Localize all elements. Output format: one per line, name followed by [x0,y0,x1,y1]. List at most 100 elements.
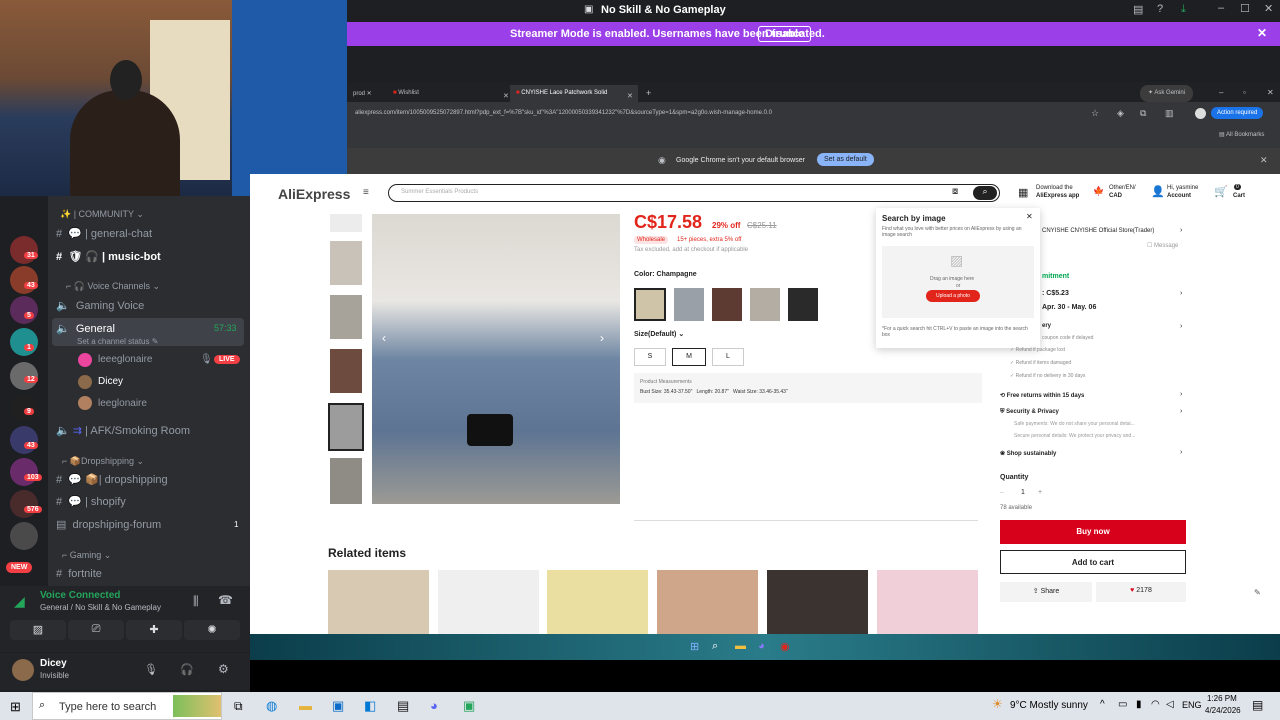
file-explorer-icon[interactable]: ▬ [299,698,312,713]
search-box[interactable]: Summer Essentials Products ⧇ ⌕ [388,184,1000,202]
extension-icon[interactable]: ◈ [1117,108,1124,119]
prev-image-icon[interactable]: ‹ [382,331,386,345]
account-link[interactable]: Account [1167,193,1191,199]
color-swatch-selected[interactable] [634,288,666,321]
microphone-icon[interactable]: 🎙 [144,663,158,676]
new-tab-icon[interactable]: + [640,83,657,100]
store-name[interactable]: CNYISHE CNYISHE Official Store(Trader) [1042,228,1154,234]
task-view-icon[interactable]: ⧉ [234,699,243,714]
all-bookmarks[interactable]: ▤ All Bookmarks [1219,131,1264,138]
server-icon[interactable] [10,458,38,486]
shop-sustainably[interactable]: ❀ Shop sustainably [1000,450,1056,457]
menu-icon[interactable]: ≡ [363,187,369,198]
related-item-image[interactable] [547,570,648,634]
next-image-icon[interactable]: › [600,331,604,345]
account-icon[interactable]: 👤 [1151,185,1165,198]
soundboard-button[interactable]: ✺ [184,620,240,640]
message-link[interactable]: ☐ Message [1147,242,1178,249]
server-icon[interactable] [10,236,38,264]
download-app-line1[interactable]: Download the [1036,185,1073,191]
wishlist-button[interactable]: ♥ 2178 [1096,582,1186,602]
chevron-right-icon[interactable]: › [1180,227,1182,234]
server-icon[interactable] [10,522,38,550]
free-returns[interactable]: ⟲ Free returns within 15 days [1000,392,1084,399]
profile-avatar[interactable] [1195,108,1206,119]
voice-afk[interactable]: 🔈 ⇉ | AFK/Smoking Room [56,424,190,437]
chevron-right-icon[interactable]: › [1180,290,1182,297]
close-icon[interactable]: ✕ [1261,83,1280,100]
set-default-button[interactable]: Set as default [817,153,874,166]
thumbnail[interactable] [330,458,362,504]
help-icon[interactable]: ? [1157,3,1163,15]
size-label[interactable]: Size(Default) ⌄ [634,330,684,338]
banner-close-icon[interactable]: ✕ [1257,26,1267,40]
edge-icon[interactable]: ◍ [266,698,277,714]
color-swatch[interactable] [788,288,818,321]
chevron-right-icon[interactable]: › [1180,449,1182,456]
voice-gaming-voice[interactable]: 🔈 Gaming Voice [56,299,144,312]
server-icon[interactable] [10,296,38,324]
taskbar-search-input[interactable]: Type here to search [59,701,156,713]
clock-time[interactable]: 1:26 PM [1207,694,1237,703]
qty-decrement[interactable]: – [1000,489,1004,496]
voice-channel-link[interactable]: General / No Skill & No Gameplay [40,603,161,612]
cart-label[interactable]: Cart [1233,193,1245,199]
store-icon[interactable]: ▣ [332,698,344,714]
thumbnail[interactable] [330,214,362,232]
avatar[interactable] [78,375,92,389]
minimize-icon[interactable]: – [1213,83,1229,100]
outlook-icon[interactable]: ◧ [364,698,376,714]
search-button[interactable]: ⌕ [973,186,997,200]
main-product-image[interactable] [372,214,620,504]
upload-photo-button[interactable]: Upload a photo [926,290,980,302]
quantity-value[interactable]: 1 [1021,489,1025,496]
app-icon[interactable]: ▣ [463,698,475,714]
channel-status[interactable]: Set a channel status ✎ [77,337,158,346]
color-swatch[interactable] [750,288,780,321]
signal-icon[interactable]: ◢ [14,593,25,610]
browser-tab-active[interactable]: ■ CNYISHE Lace Patchwork Solid [510,85,638,102]
related-item-image[interactable] [328,570,429,634]
region-line2[interactable]: CAD [1109,193,1122,199]
aliexpress-logo[interactable]: AliExpress [278,186,350,202]
chevron-right-icon[interactable]: › [1180,391,1182,398]
region-line1[interactable]: Other/EN/ [1109,185,1136,191]
clock-date[interactable]: 4/24/2026 [1205,706,1241,715]
discord-icon[interactable]: ◕ [430,698,438,713]
weather-text[interactable]: 9°C Mostly sunny [1010,700,1088,711]
server-icon[interactable] [10,426,38,454]
voice-user[interactable]: Dicey [98,376,123,387]
related-item-image[interactable] [438,570,539,634]
camera-search-icon[interactable]: ⧇ [952,186,958,197]
color-swatch[interactable] [674,288,704,321]
tray-chevron-icon[interactable]: ^ [1100,699,1105,710]
server-icon[interactable] [10,266,38,294]
taskbar-search[interactable]: ⌕ Type here to search [32,692,222,720]
bookmark-star-icon[interactable]: ☆ [1091,108,1099,119]
voice-general[interactable]: 🔈 General [56,322,115,335]
channel-music-bot[interactable]: # 🛡 🎧 | music-bot [56,250,161,263]
inbox-icon[interactable]: ▤ [1133,3,1143,16]
buy-now-button[interactable]: Buy now [1000,520,1186,544]
terminal-icon[interactable]: ▤ [397,698,409,714]
feedback-icon[interactable]: ✎ [1254,588,1261,597]
infobar-close-icon[interactable]: ✕ [1260,155,1268,166]
maximize-icon[interactable]: ☐ [1240,2,1250,15]
related-item-image[interactable] [657,570,758,634]
server-icon[interactable] [10,490,38,518]
username[interactable]: Dicey [40,658,67,669]
voice-user[interactable]: leeglonaire [98,398,147,409]
thumbnail[interactable] [330,241,362,285]
disconnect-icon[interactable]: ☎ [218,593,233,607]
windows-start-icon[interactable]: ⊞ [10,699,21,715]
action-required-button[interactable]: Action required [1211,107,1264,119]
avatar[interactable] [78,353,92,367]
battery-icon[interactable]: ▮ [1136,699,1142,710]
channel-dropshipping[interactable]: # 💬 📦| dropshipping [56,473,168,486]
avatar[interactable] [12,659,34,681]
disable-button[interactable]: Disable [758,26,812,42]
download-app-line2[interactable]: AliExpress app [1036,193,1079,199]
size-option[interactable]: L [712,348,744,366]
close-icon[interactable]: ✕ [1264,2,1273,15]
add-to-cart-button[interactable]: Add to cart [1000,550,1186,574]
